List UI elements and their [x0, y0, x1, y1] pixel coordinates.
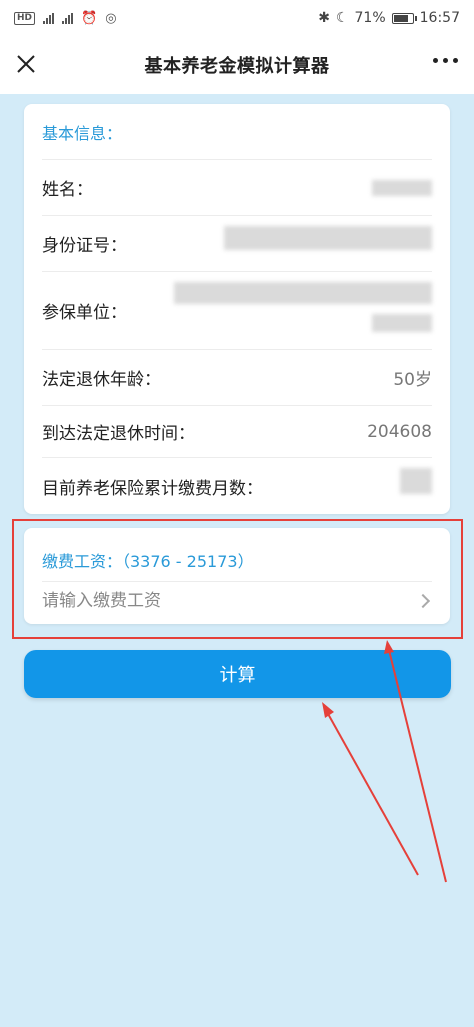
alarm-icon: ⏰	[81, 10, 98, 26]
nav-bar: 基本养老金模拟计算器	[0, 36, 474, 94]
field-label: 姓名：	[42, 180, 93, 200]
basic-info-header: 基本信息：	[42, 104, 432, 160]
field-value: 50岁	[393, 370, 432, 390]
redacted-employer-2	[372, 314, 432, 332]
field-payment-months: 目前养老保险累计缴费月数：	[42, 458, 432, 514]
redacted-employer	[174, 282, 432, 304]
field-label: 法定退休年龄：	[42, 370, 161, 390]
field-label: 参保单位：	[42, 303, 127, 323]
signal-icon-2	[62, 12, 74, 24]
field-retirement-date: 到达法定退休时间： 204608	[42, 406, 432, 458]
redacted-id	[224, 226, 432, 250]
redacted-months	[400, 468, 432, 494]
field-retirement-age: 法定退休年龄： 50岁	[42, 350, 432, 406]
highlight-box	[12, 519, 463, 639]
battery-icon	[391, 12, 417, 24]
section-title: 基本信息：	[42, 123, 123, 143]
field-value: 204608	[367, 421, 432, 442]
field-label: 到达法定退休时间：	[42, 424, 195, 444]
redacted-name	[372, 180, 432, 196]
app-notification-icon: ◎	[105, 10, 117, 26]
clock: 16:57	[419, 10, 460, 26]
signal-icon	[43, 12, 55, 24]
basic-info-card: 基本信息： 姓名： 身份证号： 参保单位： 法定退休年龄： 50岁 到达法定退休…	[24, 104, 450, 514]
battery-percent: 71%	[354, 10, 386, 26]
calculate-button[interactable]: 计算	[24, 650, 451, 698]
status-bar: HD ⏰ ◎ ✱ ☾ 71% 16:57	[0, 0, 474, 36]
close-icon[interactable]	[14, 52, 38, 76]
bluetooth-icon: ✱	[318, 10, 330, 26]
page-title: 基本养老金模拟计算器	[144, 56, 330, 77]
field-label: 身份证号：	[42, 236, 127, 256]
field-label: 目前养老保险累计缴费月数：	[42, 478, 263, 499]
more-icon[interactable]	[433, 58, 458, 63]
hd-badge: HD	[14, 11, 36, 25]
do-not-disturb-icon: ☾	[335, 10, 349, 26]
arrow-line-1	[326, 711, 419, 876]
arrowhead-1	[322, 702, 334, 718]
